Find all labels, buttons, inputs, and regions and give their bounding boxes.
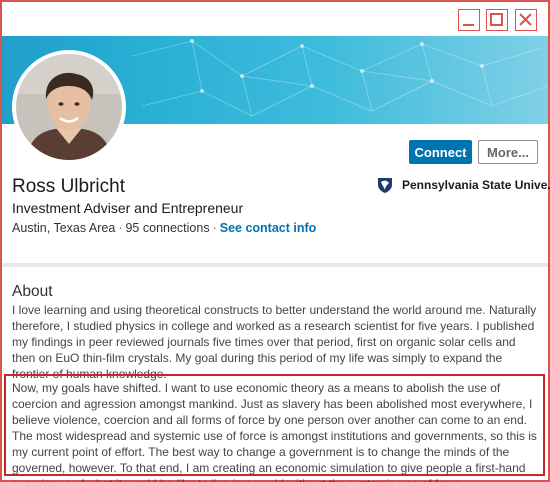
location-text: Austin, Texas Area <box>12 221 116 235</box>
about-paragraph-1: I love learning and using theoretical co… <box>12 303 537 381</box>
title-bar <box>2 2 548 36</box>
education-item[interactable]: Pennsylvania State Unive... <box>376 175 550 195</box>
section-divider <box>2 263 548 267</box>
profile-photo <box>16 54 122 160</box>
more-button[interactable]: More... <box>478 140 538 164</box>
profile-name: Ross Ulbricht <box>12 176 125 197</box>
close-icon <box>519 13 532 26</box>
university-crest-icon <box>378 178 392 193</box>
about-paragraph-2: Now, my goals have shifted. I want to us… <box>12 381 537 482</box>
profile-headline: Investment Adviser and Entrepreneur <box>12 200 244 216</box>
contact-info-link[interactable]: See contact info <box>220 221 317 235</box>
avatar[interactable] <box>12 50 126 164</box>
minimize-icon <box>463 24 474 26</box>
profile-meta: Austin, Texas Area · 95 connections · See co… <box>12 221 316 235</box>
school-name: Pennsylvania State Unive... <box>402 178 550 192</box>
maximize-button[interactable] <box>486 9 508 31</box>
separator-dot: · <box>212 221 217 235</box>
maximize-icon <box>490 13 503 26</box>
about-heading: About <box>12 283 53 300</box>
connect-button[interactable]: Connect <box>409 140 472 164</box>
connections-count: 95 connections <box>125 221 210 235</box>
close-button[interactable] <box>515 9 537 31</box>
separator-dot: · <box>118 221 123 235</box>
minimize-button[interactable] <box>458 9 480 31</box>
